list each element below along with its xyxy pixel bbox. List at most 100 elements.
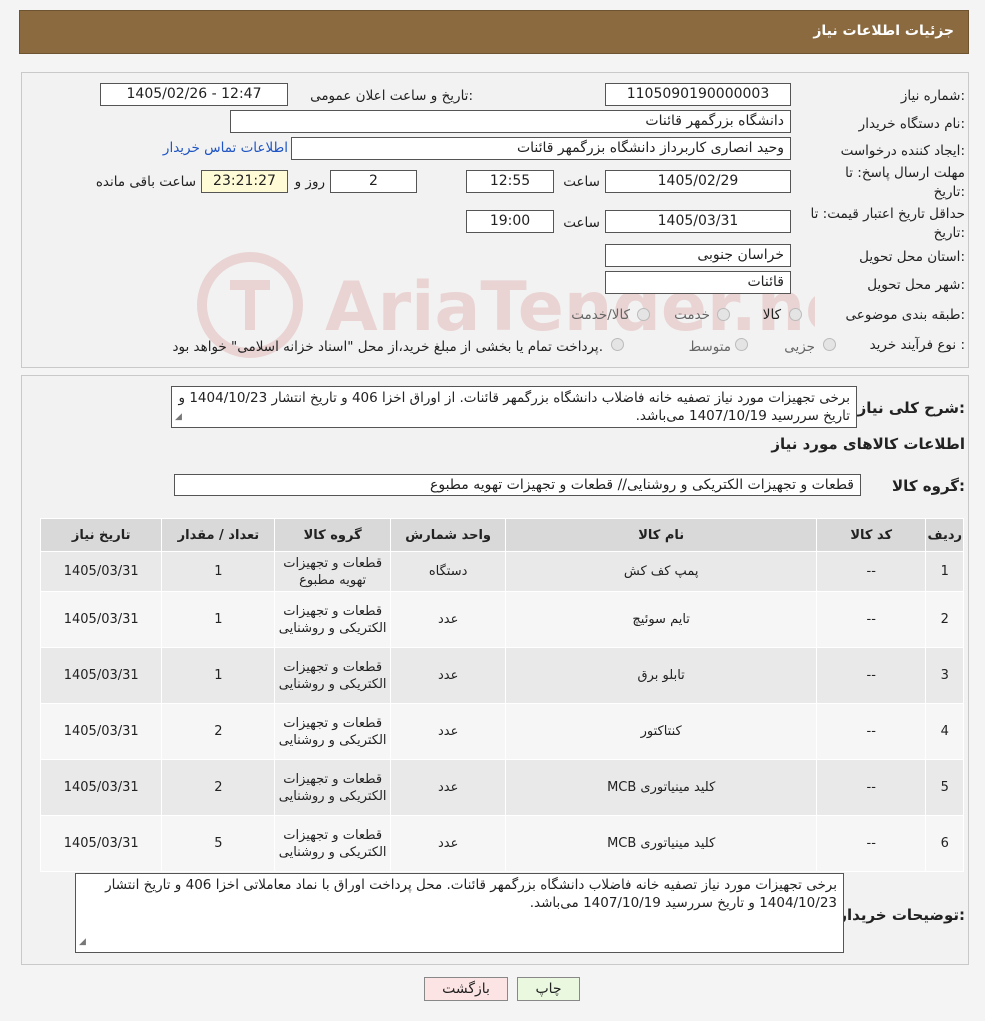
announce-field: 1405/02/26 - 12:47 <box>100 83 288 106</box>
goods-table: ردیف کد کالا نام کالا واحد شمارش گروه کا… <box>39 518 964 872</box>
cell-code: -- <box>815 815 927 872</box>
validity-label: حداقل تاریخ اعتبار قیمت: تا <box>810 206 965 222</box>
province-label: استان محل تحویل: <box>859 249 965 265</box>
category-radio-service[interactable] <box>717 308 730 321</box>
province-field: خراسان جنوبی <box>605 244 791 267</box>
cell-date: 1405/03/31 <box>39 647 163 704</box>
buyer-notes-text: برخی تجهیزات مورد نیاز تصفیه خانه فاضلاب… <box>105 877 837 911</box>
validity-label-2: تاریخ: <box>933 225 965 241</box>
city-field: قائنات <box>605 271 791 294</box>
buyer-notes-textarea[interactable]: برخی تجهیزات مورد نیاز تصفیه خانه فاضلاب… <box>75 873 844 953</box>
process-option-minor: جزیی <box>784 339 815 355</box>
cell-qty: 5 <box>161 815 276 872</box>
cell-row: 6 <box>925 815 964 872</box>
deadline-date-field: 1405/02/29 <box>605 170 791 193</box>
col-header-unit: واحد شمارش <box>389 518 507 552</box>
buyer-contact-link[interactable]: اطلاعات تماس خریدار <box>163 140 288 156</box>
buyer-org-field: دانشگاه بزرگمهر قائنات <box>230 110 791 133</box>
cell-code: -- <box>815 551 927 592</box>
cell-qty: 1 <box>161 647 276 704</box>
table-row: 4 -- کنتاکتور عدد قطعات و تجهیزات الکتری… <box>39 703 964 760</box>
cell-code: -- <box>815 759 927 816</box>
buyer-notes-label: توضیحات خریدار: <box>838 906 965 924</box>
process-note: پرداخت تمام یا بخشی از مبلغ خرید،از محل … <box>172 339 603 355</box>
cell-group: قطعات و تجهیزات الکتریکی و روشنایی <box>274 647 391 704</box>
deadline-time-label: ساعت <box>563 174 600 190</box>
summary-label: شرح کلی نیاز: <box>857 399 965 417</box>
cell-group: قطعات و تجهیزات تهویه مطبوع <box>274 551 391 592</box>
cell-date: 1405/03/31 <box>39 591 163 648</box>
col-header-group: گروه کالا <box>274 518 391 552</box>
category-radio-goods-service[interactable] <box>637 308 650 321</box>
cell-row: 1 <box>925 551 964 592</box>
cell-qty: 1 <box>161 551 276 592</box>
cell-name: کلید مینیاتوری MCB <box>505 815 817 872</box>
cell-unit: عدد <box>389 591 507 648</box>
cell-date: 1405/03/31 <box>39 815 163 872</box>
cell-group: قطعات و تجهیزات الکتریکی و روشنایی <box>274 815 391 872</box>
creator-field: وحید انصاری کاربرداز دانشگاه بزرگمهر قائ… <box>291 137 791 160</box>
deadline-label-2: تاریخ: <box>933 184 965 200</box>
cell-date: 1405/03/31 <box>39 551 163 592</box>
cell-group: قطعات و تجهیزات الکتریکی و روشنایی <box>274 703 391 760</box>
back-button[interactable]: بازگشت <box>424 977 508 1001</box>
process-checkbox-treasury[interactable] <box>611 338 624 351</box>
need-number-label: شماره نیاز: <box>900 88 965 104</box>
summary-textarea[interactable]: برخی تجهیزات مورد نیاز تصفیه خانه فاضلاب… <box>171 386 857 428</box>
summary-text: برخی تجهیزات مورد نیاز تصفیه خانه فاضلاب… <box>178 390 850 424</box>
deadline-time-field: 12:55 <box>466 170 554 193</box>
cell-qty: 1 <box>161 591 276 648</box>
validity-time-label: ساعت <box>563 215 600 231</box>
cell-row: 5 <box>925 759 964 816</box>
cell-row: 2 <box>925 591 964 648</box>
category-option-goods: کالا <box>762 307 781 323</box>
creator-label: ایجاد کننده درخواست: <box>840 143 965 159</box>
process-radio-medium[interactable] <box>735 338 748 351</box>
table-row: 6 -- کلید مینیاتوری MCB عدد قطعات و تجهی… <box>39 815 964 872</box>
table-row: 3 -- تابلو برق عدد قطعات و تجهیزات الکتر… <box>39 647 964 704</box>
validity-time-field: 19:00 <box>466 210 554 233</box>
page-header: جزئیات اطلاعات نیاز <box>19 10 969 54</box>
cell-name: تابلو برق <box>505 647 817 704</box>
cell-name: کلید مینیاتوری MCB <box>505 759 817 816</box>
validity-date-field: 1405/03/31 <box>605 210 791 233</box>
resize-grip-icon[interactable]: ◢ <box>175 408 182 426</box>
print-button[interactable]: چاپ <box>517 977 580 1001</box>
cell-unit: عدد <box>389 815 507 872</box>
process-radio-minor[interactable] <box>823 338 836 351</box>
cell-group: قطعات و تجهیزات الکتریکی و روشنایی <box>274 759 391 816</box>
days-label: روز و <box>294 174 325 190</box>
cell-code: -- <box>815 591 927 648</box>
remaining-label: ساعت باقی مانده <box>95 174 196 190</box>
cell-date: 1405/03/31 <box>39 759 163 816</box>
cell-unit: عدد <box>389 647 507 704</box>
table-row: 2 -- تایم سوئیچ عدد قطعات و تجهیزات الکت… <box>39 591 964 648</box>
cell-qty: 2 <box>161 759 276 816</box>
cell-row: 3 <box>925 647 964 704</box>
table-row: 1 -- پمپ کف کش دستگاه قطعات و تجهیزات ته… <box>39 551 964 592</box>
cell-qty: 2 <box>161 703 276 760</box>
col-header-code: کد کالا <box>815 518 927 552</box>
goods-info-title: اطلاعات کالاهای مورد نیاز <box>771 435 965 453</box>
goods-group-field: قطعات و تجهیزات الکتریکی و روشنایی// قطع… <box>174 474 861 496</box>
cell-name: تایم سوئیچ <box>505 591 817 648</box>
cell-code: -- <box>815 647 927 704</box>
announce-label: تاریخ و ساعت اعلان عمومی: <box>310 88 473 104</box>
category-radio-goods[interactable] <box>789 308 802 321</box>
cell-unit: عدد <box>389 703 507 760</box>
cell-unit: دستگاه <box>389 551 507 592</box>
category-option-goods-service: کالا/خدمت <box>571 307 630 323</box>
need-number-field: 1105090190000003 <box>605 83 791 106</box>
goods-group-label: گروه کالا: <box>892 477 965 495</box>
col-header-date: تاریخ نیاز <box>39 518 163 552</box>
col-header-name: نام کالا <box>505 518 817 552</box>
cell-name: کنتاکتور <box>505 703 817 760</box>
cell-row: 4 <box>925 703 964 760</box>
cell-name: پمپ کف کش <box>505 551 817 592</box>
table-row: 5 -- کلید مینیاتوری MCB عدد قطعات و تجهی… <box>39 759 964 816</box>
category-label: طبقه بندی موضوعی: <box>845 307 965 323</box>
cell-code: -- <box>815 703 927 760</box>
resize-grip-icon[interactable]: ◢ <box>79 933 86 951</box>
cell-unit: عدد <box>389 759 507 816</box>
city-label: شهر محل تحویل: <box>867 277 965 293</box>
